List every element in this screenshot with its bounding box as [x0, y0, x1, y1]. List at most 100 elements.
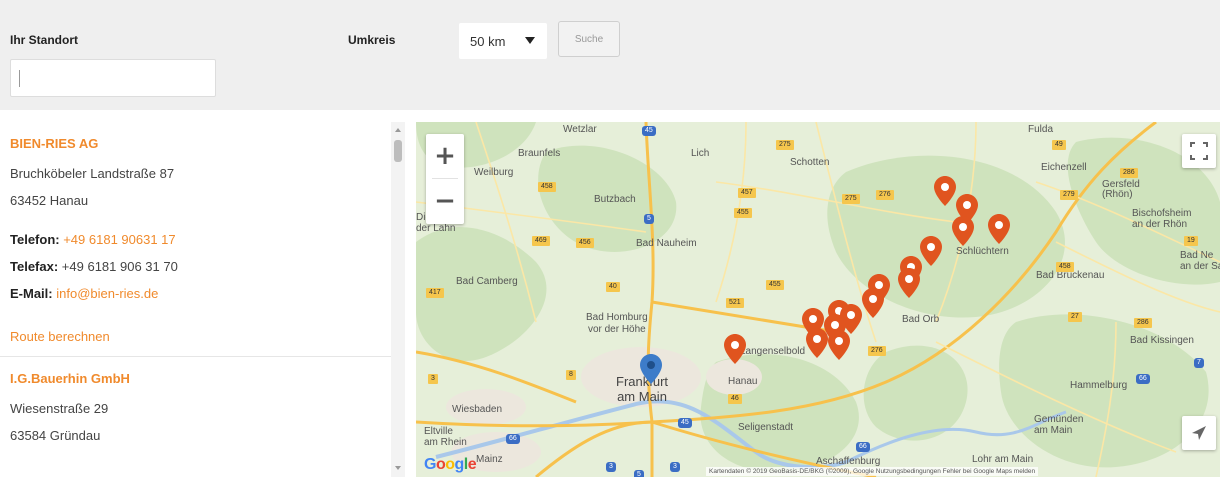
road-shield: 275 [842, 194, 860, 204]
map-label: Mainz [476, 454, 503, 465]
road-shield: 275 [776, 140, 794, 150]
fullscreen-icon [1190, 142, 1208, 160]
road-shield: 455 [766, 280, 784, 290]
map-label: Gemünden am Main [1034, 414, 1084, 436]
zoom-control: + − [426, 134, 464, 224]
radius-select[interactable]: 50 km [459, 23, 547, 59]
radius-label: Umkreis [348, 33, 396, 47]
radius-selected-value: 50 km [470, 33, 506, 49]
map-label: Weilburg [474, 167, 514, 178]
map-label: Bad Orb [902, 314, 940, 325]
locate-button[interactable] [1182, 416, 1216, 450]
map-pin-icon[interactable] [806, 328, 828, 358]
dealer-fax-row: Telefax: +49 6181 906 31 70 [10, 253, 381, 280]
google-logo: Google [424, 456, 477, 473]
user-location-pin-icon[interactable] [640, 354, 662, 384]
map-label: Schotten [790, 157, 830, 168]
map-pin-icon[interactable] [724, 334, 746, 364]
road-shield: 458 [1056, 262, 1074, 272]
road-shield: 286 [1134, 318, 1152, 328]
dealer-street: Wiesenstraße 29 [10, 401, 109, 416]
road-shield: 45 [642, 126, 656, 136]
map-label: Braunfels [518, 148, 561, 159]
location-label: Ihr Standort [10, 33, 78, 47]
map-label: Lich [691, 148, 710, 159]
search-button[interactable]: Suche [558, 21, 620, 57]
fax-value: +49 6181 906 31 70 [61, 259, 178, 274]
phone-link[interactable]: +49 6181 90631 17 [63, 232, 175, 247]
map-label: Aschaffenburg [816, 456, 881, 467]
road-shield: 19 [1184, 236, 1198, 246]
map-label: Bischofsheim an der Rhön [1132, 208, 1192, 230]
road-shield: 5 [644, 214, 654, 224]
map-label: Bad Ne an der Saa [1180, 250, 1220, 272]
map-pin-icon[interactable] [988, 214, 1010, 244]
map-label: Bad Homburg vor der Höhe [586, 312, 648, 335]
dealer-name: BIEN-RIES AG [10, 136, 99, 151]
road-shield: 521 [726, 298, 744, 308]
scrollbar-thumb[interactable] [394, 140, 402, 162]
road-shield: 5 [634, 470, 644, 477]
map-label: Hanau [728, 376, 758, 387]
map-pin-icon[interactable] [898, 268, 920, 298]
map-pin-icon[interactable] [828, 330, 850, 360]
road-shield: 66 [506, 434, 520, 444]
locate-icon [1192, 426, 1206, 440]
road-shield: 3 [606, 462, 616, 472]
scroll-down-icon[interactable] [395, 466, 401, 470]
road-shield: 456 [576, 238, 594, 248]
phone-label: Telefon: [10, 232, 60, 247]
map-label: Seligenstadt [738, 422, 794, 433]
list-scrollbar[interactable] [391, 122, 405, 477]
map-label: Bad Camberg [456, 276, 518, 287]
road-shield: 40 [606, 282, 620, 292]
zoom-out-button[interactable]: − [426, 179, 464, 223]
road-shield: 457 [738, 188, 756, 198]
dealer-entry: I.G.Bauerhin GmbH Wiesenstraße 29 63584 … [0, 357, 391, 449]
dealer-name: I.G.Bauerhin GmbH [10, 371, 130, 386]
road-shield: 45 [678, 418, 692, 428]
dealer-email-row: E-Mail: info@bien-ries.de [10, 280, 381, 307]
location-input[interactable] [10, 59, 216, 97]
dealer-street: Bruchköbeler Landstraße 87 [10, 166, 175, 181]
zoom-in-button[interactable]: + [426, 134, 464, 178]
map-label: Lohr am Main [972, 454, 1034, 465]
road-shield: 66 [856, 442, 870, 452]
fullscreen-button[interactable] [1182, 134, 1216, 168]
map-pin-icon[interactable] [934, 176, 956, 206]
road-shield: 46 [728, 394, 742, 404]
map-pin-icon[interactable] [862, 288, 884, 318]
map-label: Fulda [1028, 124, 1054, 135]
road-shield: 3 [670, 462, 680, 472]
dealer-phone-row: Telefon: +49 6181 90631 17 [10, 226, 381, 253]
road-shield: 458 [538, 182, 556, 192]
map-terrain [416, 122, 1220, 477]
road-shield: 66 [1136, 374, 1150, 384]
road-shield: 276 [868, 346, 886, 356]
map-label: Wetzlar [563, 124, 597, 135]
map-label: Eichenzell [1041, 162, 1087, 173]
map-label: Langenselbold [740, 346, 806, 357]
route-link[interactable]: Route berechnen [10, 329, 381, 356]
road-shield: 455 [734, 208, 752, 218]
road-shield: 27 [1068, 312, 1082, 322]
search-bar: Ihr Standort Umkreis 50 km Suche [0, 0, 1220, 110]
map-label: Eltville am Rhein [424, 426, 467, 448]
email-link[interactable]: info@bien-ries.de [56, 286, 158, 301]
map-label: Wiesbaden [452, 404, 503, 415]
dealer-map[interactable]: Wetzlar Fulda Braunfels Weilburg Lich Sc… [416, 122, 1220, 477]
map-attribution[interactable]: Kartendaten © 2019 GeoBasis-DE/BKG (©200… [706, 467, 1039, 476]
email-label: E-Mail: [10, 286, 53, 301]
scroll-up-icon[interactable] [395, 128, 401, 132]
road-shield: 286 [1120, 168, 1138, 178]
map-label: Gersfeld (Rhön) [1102, 179, 1140, 200]
dropdown-arrow-icon [525, 37, 535, 44]
road-shield: 49 [1052, 140, 1066, 150]
map-pin-icon[interactable] [952, 216, 974, 246]
map-label: Butzbach [594, 194, 636, 205]
fax-label: Telefax: [10, 259, 59, 274]
road-shield: 7 [1194, 358, 1204, 368]
dealer-city: 63584 Gründau [10, 428, 101, 443]
map-pin-icon[interactable] [920, 236, 942, 266]
road-shield: 417 [426, 288, 444, 298]
